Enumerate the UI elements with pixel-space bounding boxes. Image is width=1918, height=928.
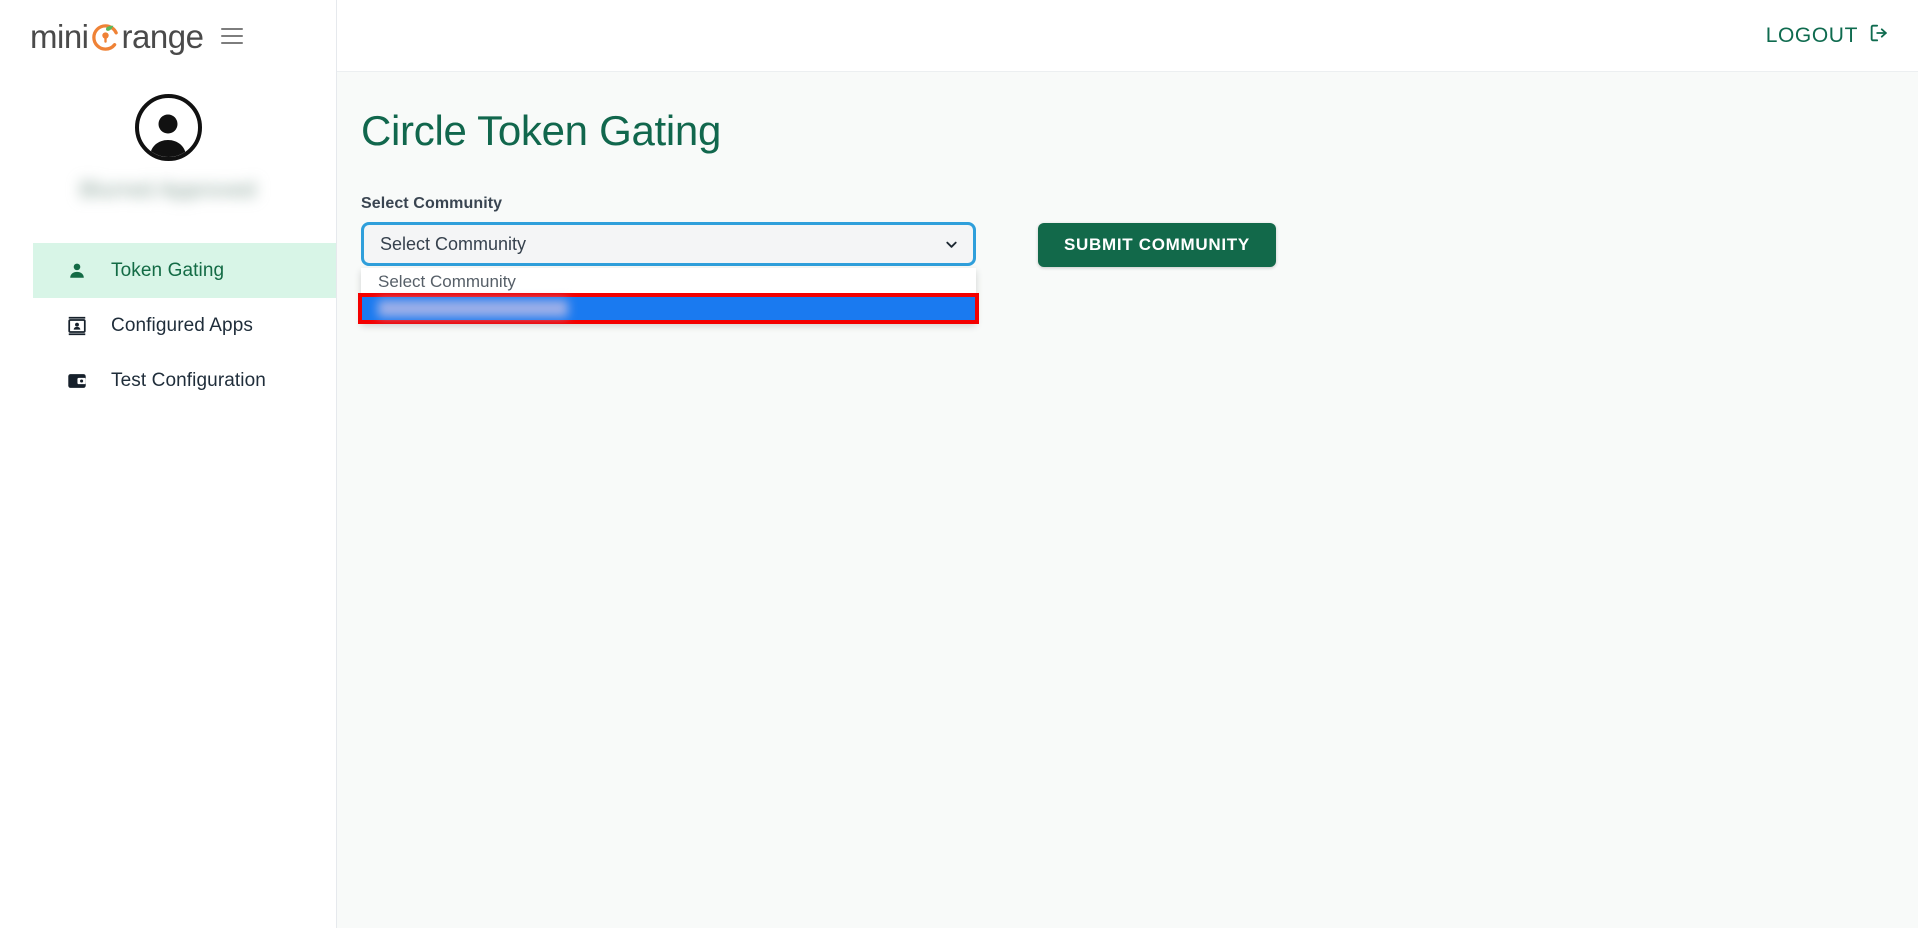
dropdown-option-label	[378, 300, 568, 317]
select-community-label: Select Community	[361, 195, 503, 212]
logo-text-pre: mini	[30, 17, 89, 55]
dropdown-option-placeholder[interactable]: Select Community	[361, 268, 976, 296]
sidebar-item-label: Test Configuration	[111, 369, 266, 391]
sidebar-item-label: Configured Apps	[111, 314, 253, 336]
hamburger-line	[221, 28, 244, 30]
select-community-field: Select Community Select Community Select…	[358, 195, 979, 324]
brand-row: mini range	[0, 0, 336, 72]
sidebar: mini range Blurred Approved Token Gating…	[0, 0, 337, 928]
hamburger-menu-icon[interactable]	[221, 28, 244, 44]
page-title: Circle Token Gating	[361, 107, 722, 154]
logout-arrow-icon	[1868, 22, 1890, 50]
wallet-icon	[65, 369, 89, 393]
dropdown-option-highlighted[interactable]	[358, 293, 979, 324]
id-badge-icon	[65, 314, 89, 338]
dropdown-options-list: Select Community	[358, 268, 979, 324]
sidebar-nav: Token Gating Configured Apps Test Config…	[0, 243, 336, 408]
main-area: LOGOUT Circle Token Gating Select Commun…	[337, 0, 1918, 928]
user-name: Blurred Approved	[79, 177, 257, 202]
hamburger-line	[221, 35, 244, 37]
logout-button[interactable]: LOGOUT	[1766, 22, 1890, 50]
logout-label: LOGOUT	[1765, 23, 1858, 47]
topbar: LOGOUT	[337, 0, 1918, 72]
dropdown-option-label: Select Community	[378, 272, 516, 291]
sidebar-item-test-configuration[interactable]: Test Configuration	[33, 353, 336, 408]
select-community-value: Select Community	[380, 233, 527, 254]
content-area: Circle Token Gating Select Community Sel…	[337, 72, 1918, 928]
app-root: mini range Blurred Approved Token Gating…	[0, 0, 1918, 928]
avatar	[134, 94, 202, 161]
profile-block: Blurred Approved	[0, 72, 336, 203]
logo-text-post: range	[121, 17, 204, 55]
community-form: Select Community Select Community Select…	[358, 195, 1918, 324]
chevron-down-icon	[943, 236, 959, 252]
hamburger-line	[221, 42, 244, 44]
user-avatar-icon	[150, 114, 186, 157]
sidebar-item-label: Token Gating	[111, 259, 225, 281]
miniorange-logo[interactable]: mini range	[30, 17, 204, 55]
submit-community-button[interactable]: SUBMIT COMMUNITY	[1038, 223, 1276, 267]
person-icon	[65, 259, 89, 283]
sidebar-item-configured-apps[interactable]: Configured Apps	[33, 298, 336, 353]
logo-orange-o-icon	[90, 21, 121, 52]
select-community-dropdown[interactable]: Select Community	[361, 222, 976, 266]
sidebar-item-token-gating[interactable]: Token Gating	[33, 243, 336, 298]
